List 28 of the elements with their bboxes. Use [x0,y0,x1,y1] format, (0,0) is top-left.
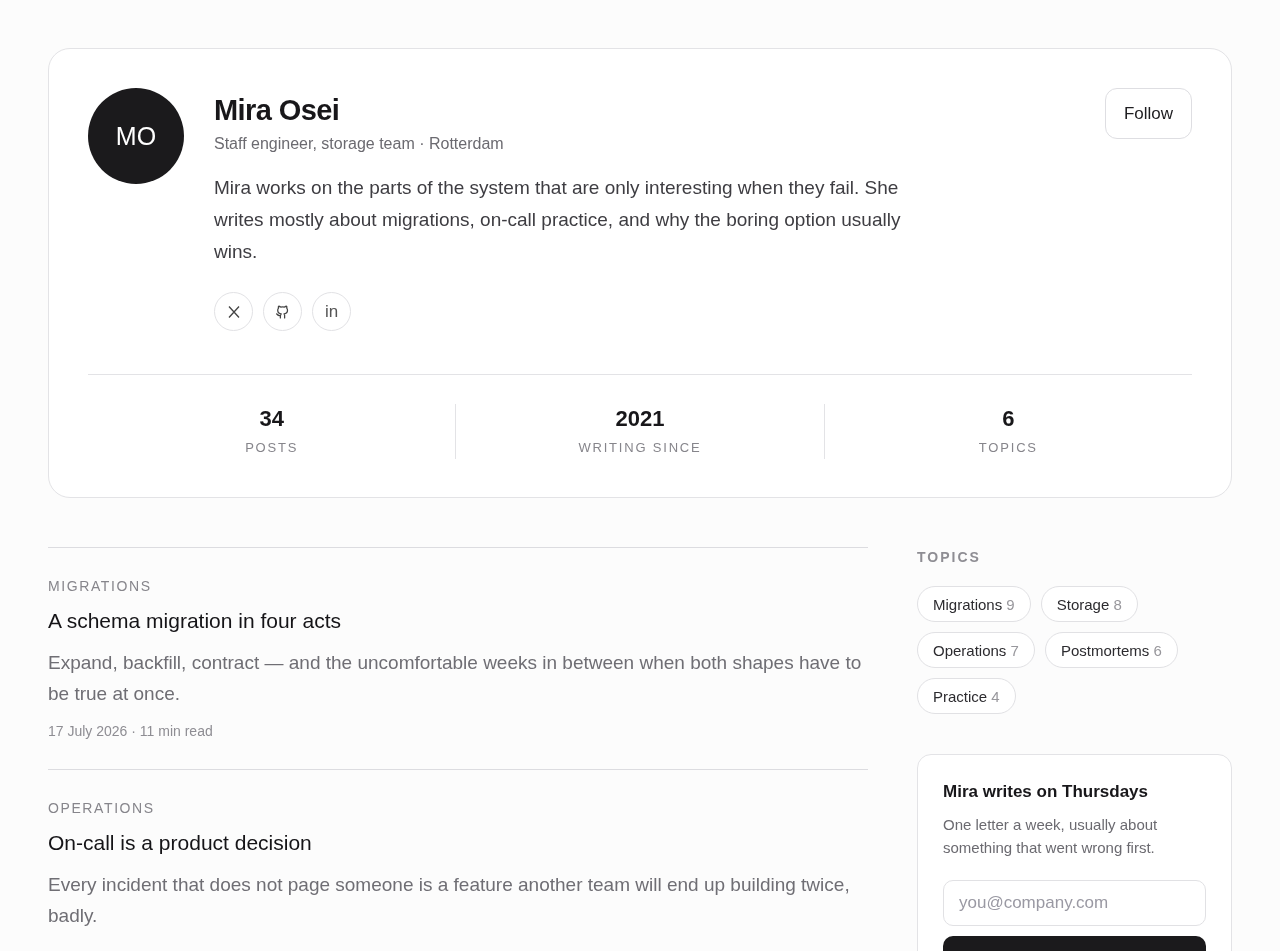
profile-name: Mira Osei [214,93,341,128]
cat-icon [274,303,291,320]
post-category: OPERATIONS [48,800,156,816]
topic-chip[interactable]: Postmortems 6 [1044,632,1178,668]
stat-value: 34 [258,406,285,432]
post-title[interactable]: A schema migration in four acts [48,609,868,633]
stat-value: 6 [1001,406,1016,432]
newsletter-text: One letter a week, usually about something that went wrong first. [943,815,1159,858]
topic-chip[interactable]: Storage 8 [1040,586,1138,622]
topic-chip[interactable]: Practice 4 [917,678,1016,714]
section-heading: TOPICS [917,549,982,565]
post-title[interactable]: On-call is a product decision [48,831,868,855]
follow-button[interactable]: Follow [1104,88,1192,139]
profile-role: Staff engineer, storage team · Rotterdam [214,135,505,153]
stat-value: 2021 [614,406,666,432]
newsletter-title: Mira writes on Thursdays [943,782,1149,802]
stat-label: WRITING SINCE [577,440,703,455]
post-excerpt: Expand, backfill, contract — and the uncomfortable weeks in between when both shapes have to be true at once. [48,651,863,706]
stat-label: POSTS [244,440,300,455]
stat-label: TOPICS [977,440,1039,455]
profile-bio: Mira works on the parts of the system that are only interesting when they fail. She writes mostly about migrations, on-call practice, and why the boring option usually wins. [214,176,902,264]
post-category: MIGRATIONS [48,578,153,594]
post-excerpt: Every incident that does not page someone is a feature another team will end up building twice, badly. [48,873,851,928]
email-field[interactable]: you@company.com [943,880,1206,926]
topic-chip[interactable]: Operations 7 [917,632,1035,668]
post-meta: 17 July 2026 · 11 min read [48,723,214,739]
avatar: MO [88,88,184,184]
topic-chip[interactable]: Migrations 9 [917,586,1031,622]
